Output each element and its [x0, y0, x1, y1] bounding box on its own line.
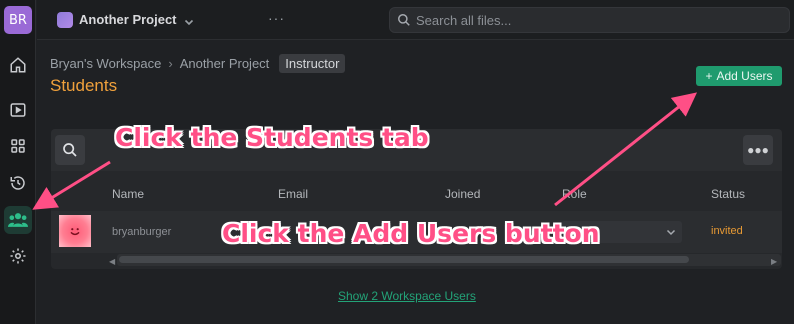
table-more-button[interactable]: ●●● [743, 135, 773, 165]
column-header-name[interactable]: Name [112, 187, 144, 201]
show-workspace-users-link[interactable]: Show 2 Workspace Users [338, 289, 476, 303]
project-icon [57, 12, 73, 28]
search-icon [63, 143, 77, 157]
gear-icon[interactable] [6, 244, 30, 268]
column-header-joined[interactable]: Joined [445, 187, 480, 201]
role-badge: Instructor [279, 54, 346, 73]
callout-add-users: Click the Add Users button [222, 219, 600, 248]
add-users-button[interactable]: + Add Users [696, 66, 782, 86]
column-header-role[interactable]: Role [562, 187, 587, 201]
more-options-icon[interactable]: ··· [268, 10, 285, 26]
breadcrumb-separator-icon: › [168, 56, 173, 71]
avatar [59, 215, 91, 247]
breadcrumb-workspace[interactable]: Bryan's Workspace [50, 56, 161, 71]
app-window: BR Another Project ··· Search all files.… [0, 0, 794, 324]
search-box[interactable] [389, 7, 790, 33]
column-header-email[interactable]: Email [278, 187, 308, 201]
top-bar: Another Project ··· [37, 0, 794, 40]
left-rail: BR [0, 0, 36, 324]
column-header-status[interactable]: Status [711, 187, 745, 201]
grid-icon[interactable] [6, 134, 30, 158]
callout-students-tab: Click the Students tab [115, 123, 429, 152]
more-options-icon: ●●● [747, 143, 769, 157]
play-icon[interactable] [6, 98, 30, 122]
scroll-right-icon[interactable]: ▶ [771, 257, 777, 266]
page-title: Students [50, 76, 118, 95]
home-icon[interactable] [6, 53, 30, 77]
table-search-button[interactable] [55, 135, 85, 165]
smiley-icon [70, 228, 80, 236]
search-input[interactable] [416, 11, 776, 29]
chevron-down-icon [666, 229, 676, 236]
add-users-label: Add Users [716, 69, 773, 83]
breadcrumb: Bryan's Workspace › Another Project Inst… [50, 54, 346, 73]
search-icon [398, 14, 410, 26]
student-name: bryanburger [112, 226, 172, 238]
user-avatar[interactable]: BR [4, 6, 32, 34]
scrollbar-thumb[interactable] [119, 256, 689, 263]
project-name[interactable]: Another Project [79, 12, 177, 27]
chevron-down-icon[interactable] [184, 14, 194, 32]
students-icon[interactable] [4, 206, 32, 234]
breadcrumb-project[interactable]: Another Project [180, 56, 270, 71]
scroll-left-icon[interactable]: ◀ [109, 257, 115, 266]
history-icon[interactable] [6, 171, 30, 195]
plus-icon: + [705, 69, 713, 83]
status-badge: invited [711, 225, 743, 237]
